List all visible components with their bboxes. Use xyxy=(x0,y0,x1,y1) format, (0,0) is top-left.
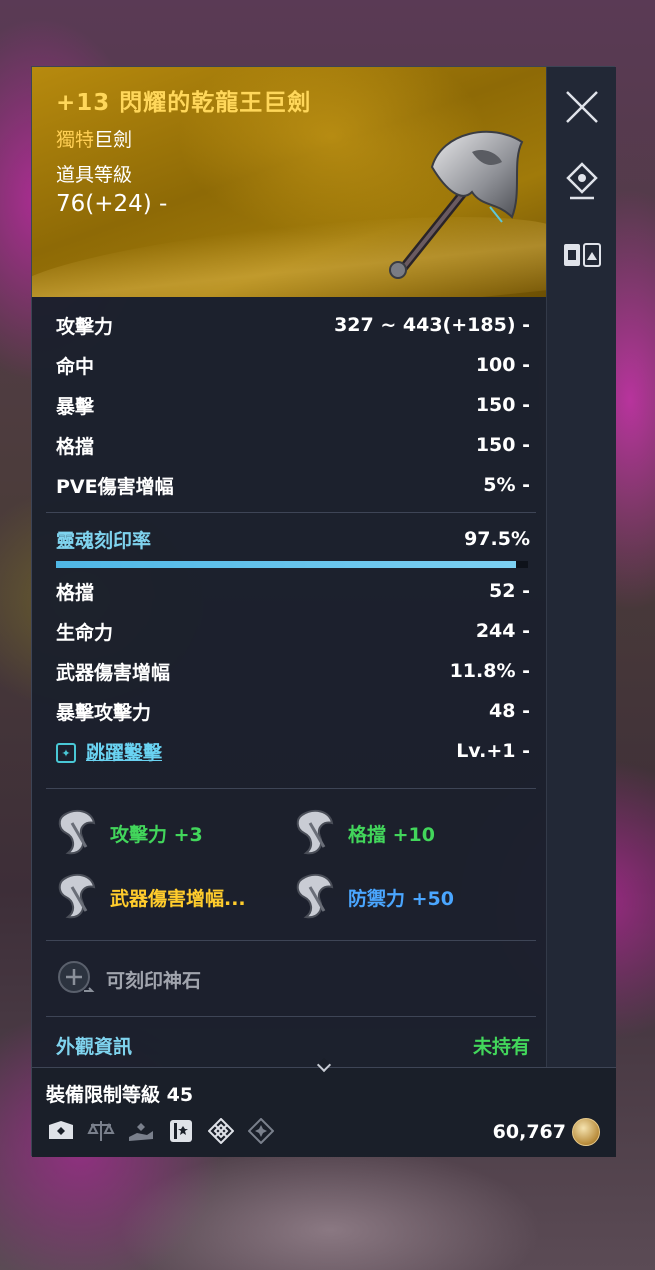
stat-row-critical: 暴擊 150 - xyxy=(56,394,530,418)
tooltip-footer: 裝備限制等級 45 60,767 xyxy=(32,1067,616,1157)
item-name: +13 閃耀的乾龍王巨劍 xyxy=(56,90,312,116)
divider xyxy=(46,512,536,513)
divider xyxy=(46,788,536,789)
engraving-slot-3[interactable]: 武器傷害增幅... xyxy=(56,869,276,925)
grade-prefix: 獨特 xyxy=(56,129,95,151)
skill-row: ✦ 跳躍鑿擊 Lv.+1 - xyxy=(56,736,530,766)
item-grade: 獨特巨劍 xyxy=(56,125,132,152)
greatsword-image xyxy=(389,130,524,279)
diamond-star-icon xyxy=(246,1116,276,1146)
engrave-god-stone-button[interactable]: 可刻印神石 xyxy=(56,959,201,999)
stat-row-pve-damage: PVE傷害增幅 5% - xyxy=(56,474,530,498)
grade-type: 巨劍 xyxy=(94,129,133,151)
soul-stat-block: 格擋 52 - xyxy=(56,580,530,604)
side-toolbar xyxy=(546,67,616,1067)
item-header: +13 閃耀的乾龍王巨劍 獨特巨劍 道具等級 76(+24) - xyxy=(32,67,546,297)
hand-give-icon xyxy=(126,1116,156,1146)
item-level-label: 道具等級 xyxy=(56,164,133,186)
add-circle-icon xyxy=(58,961,95,993)
sell-price: 60,767 xyxy=(493,1118,600,1146)
shield-bind-icon xyxy=(46,1116,76,1146)
close-icon xyxy=(566,91,598,123)
locate-button[interactable] xyxy=(547,152,617,212)
soul-progress-bar xyxy=(56,561,528,568)
engraving-stone-icon xyxy=(296,809,334,855)
gold-coin-icon xyxy=(572,1118,600,1146)
divider xyxy=(46,940,536,941)
diamond-pattern-icon xyxy=(206,1116,236,1146)
engraving-slot-1[interactable]: 攻擊力 +3 xyxy=(56,805,276,861)
engraving-stone-icon xyxy=(58,809,96,855)
compare-icon xyxy=(564,243,601,267)
skill-link[interactable]: ✦ 跳躍鑿擊 xyxy=(56,738,162,765)
close-button[interactable] xyxy=(547,77,617,137)
engraving-stone-icon xyxy=(296,873,334,919)
balance-scale-icon xyxy=(86,1116,116,1146)
item-tooltip-panel: +13 閃耀的乾龍王巨劍 獨特巨劍 道具等級 76(+24) - 攻擊力 327… xyxy=(31,66,616,1157)
compare-button[interactable] xyxy=(547,225,617,285)
soul-stat-weapon-damage: 武器傷害增幅 11.8% - xyxy=(56,660,530,684)
engraving-slot-4[interactable]: 防禦力 +50 xyxy=(294,869,514,925)
map-pin-icon xyxy=(566,162,598,200)
stat-row-block: 格擋 150 - xyxy=(56,434,530,458)
item-level-value: 76(+24) - xyxy=(56,191,168,217)
skill-book-icon: ✦ xyxy=(56,743,76,763)
soul-stat-crit-attack: 暴擊攻擊力 48 - xyxy=(56,700,530,724)
stat-row-accuracy: 命中 100 - xyxy=(56,354,530,378)
divider xyxy=(46,1016,536,1017)
appearance-row: 外觀資訊 未持有 xyxy=(56,1035,530,1058)
stat-row-attack: 攻擊力 327 ~ 443(+185) - xyxy=(56,314,530,338)
soul-progress-fill xyxy=(56,561,517,568)
item-property-icons xyxy=(46,1116,276,1146)
book-icon xyxy=(166,1116,196,1146)
soul-stat-hp: 生命力 244 - xyxy=(56,620,530,644)
engraving-stone-icon xyxy=(58,873,96,919)
engraving-slot-2[interactable]: 格擋 +10 xyxy=(294,805,514,861)
equip-level-requirement: 裝備限制等級 45 xyxy=(46,1084,194,1106)
soul-engrave-row: 靈魂刻印率 97.5% xyxy=(56,528,530,552)
